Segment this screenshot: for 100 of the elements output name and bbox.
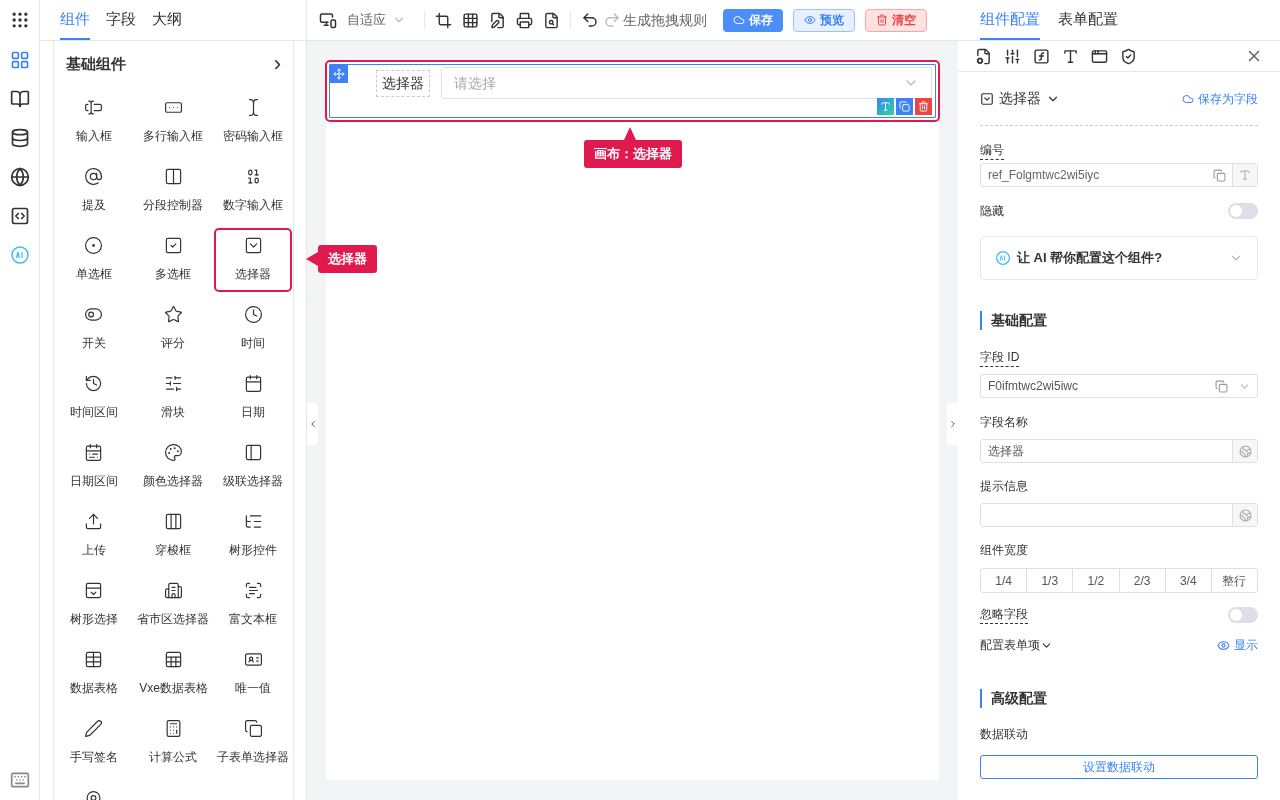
group-title: 基础组件	[66, 54, 126, 74]
eye-icon	[804, 14, 816, 26]
script-icon[interactable]	[1091, 47, 1108, 65]
component-item[interactable]: 计算公式	[134, 710, 213, 775]
component-item[interactable]: 滑块	[134, 365, 213, 430]
component-item[interactable]: 手写签名	[55, 710, 133, 775]
component-item[interactable]: 密码输入框	[214, 89, 292, 154]
component-item[interactable]: 唯一值	[214, 641, 292, 706]
database-icon[interactable]	[9, 128, 30, 148]
move-icon[interactable]	[333, 68, 345, 80]
field-label: 字段 ID	[980, 348, 1020, 367]
component-item[interactable]: 提及	[55, 158, 133, 223]
expand-button[interactable]: ›	[273, 53, 281, 76]
component-item[interactable]: 数据表格	[55, 641, 133, 706]
width-option[interactable]: 3/4	[1165, 569, 1212, 592]
dropdown-icon	[980, 91, 994, 106]
collapse-right-handle[interactable]	[947, 403, 958, 445]
width-option[interactable]: 整行	[1211, 569, 1258, 592]
hint-input[interactable]	[980, 503, 1258, 527]
ai-assist-panel[interactable]: 让 AI 帮你配置这个组件?	[980, 236, 1258, 280]
linkage-button[interactable]: 设置数据联动	[980, 755, 1258, 779]
component-item[interactable]: 选择器	[214, 227, 292, 292]
sheet-icon	[164, 650, 183, 669]
component-item[interactable]: 日期	[214, 365, 292, 430]
sliders-icon[interactable]	[1004, 47, 1021, 65]
component-item[interactable]: 多选框	[134, 227, 213, 292]
component-item[interactable]: 评分	[134, 296, 213, 361]
component-item[interactable]: 单选框	[55, 227, 133, 292]
toggle-switch[interactable]	[1228, 203, 1258, 219]
layout-dropdown[interactable]: 自适应	[347, 10, 414, 30]
width-option[interactable]: 2/3	[1119, 569, 1166, 592]
collapse-left-handle[interactable]	[307, 403, 318, 445]
component-item[interactable]: 开关	[55, 296, 133, 361]
component-item[interactable]: 树形选择	[55, 572, 133, 637]
component-item[interactable]: 级联选择器	[214, 434, 292, 499]
function-icon[interactable]	[1033, 47, 1050, 65]
field-label: 选择器	[376, 69, 430, 97]
toggle-icon	[84, 305, 104, 324]
copy-icon	[899, 101, 910, 112]
component-item[interactable]: 数字输入框	[214, 158, 292, 223]
component-item[interactable]: 上传	[55, 503, 133, 568]
device-icon[interactable]	[319, 11, 337, 29]
component-item[interactable]: 输入框	[55, 89, 133, 154]
component-item[interactable]: 颜色选择器	[134, 434, 213, 499]
text-input-icon	[84, 98, 104, 117]
star-icon	[164, 305, 183, 324]
copy-icon[interactable]	[1213, 168, 1226, 182]
field-id-select[interactable]: F0ifmtwc2wi5iwc	[980, 374, 1258, 398]
globe-icon[interactable]	[9, 167, 30, 187]
component-item[interactable]: 子表单选择器	[214, 710, 292, 775]
ref-field[interactable]: ref_Folgmtwc2wi5iyc	[980, 163, 1258, 187]
component-item[interactable]: 省市区选择器	[134, 572, 213, 637]
config-tab[interactable]: 组件配置	[980, 7, 1040, 40]
book-icon[interactable]	[9, 89, 30, 109]
component-item[interactable]: 时间区间	[55, 365, 133, 430]
text-icon	[880, 101, 891, 112]
panel-tab[interactable]: 大纲	[152, 7, 182, 40]
width-option[interactable]: 1/2	[1073, 569, 1120, 592]
delete-button[interactable]	[915, 98, 932, 115]
file-icon[interactable]	[543, 11, 560, 29]
code-icon[interactable]	[9, 206, 30, 226]
clock-icon	[243, 305, 263, 324]
component-item[interactable]: Vxe数据表格	[134, 641, 213, 706]
form-item-dropdown[interactable]: 配置表单项	[980, 636, 1053, 654]
component-item[interactable]: 时间	[214, 296, 292, 361]
cloud-icon	[1182, 92, 1194, 105]
undo-icon[interactable]	[581, 11, 599, 29]
component-type-dropdown[interactable]: 选择器	[980, 88, 1060, 109]
component-item[interactable]: 日期区间	[55, 434, 133, 499]
trash-icon	[876, 14, 888, 26]
keyboard-icon[interactable]	[9, 770, 30, 790]
properties-icon[interactable]	[975, 47, 992, 65]
copy-button[interactable]	[896, 98, 913, 115]
save-as-field-link[interactable]: 保存为字段	[1182, 89, 1258, 108]
ai-button[interactable]	[877, 98, 894, 115]
width-option[interactable]: 1/4	[981, 569, 1028, 592]
toggle-switch[interactable]	[1228, 606, 1258, 623]
component-item[interactable]: 分段控制器	[134, 158, 213, 223]
component-item[interactable]: 树形控件	[214, 503, 292, 568]
panel-tab[interactable]: 组件	[60, 7, 90, 40]
ai-icon	[995, 250, 1011, 266]
crop-icon[interactable]	[435, 11, 452, 29]
grid-icon[interactable]	[462, 11, 479, 29]
style-icon[interactable]	[1062, 47, 1079, 65]
component-item[interactable]: 富文本框	[214, 572, 292, 637]
component-item[interactable]: 穿梭框	[134, 503, 213, 568]
redo-button[interactable]: 生成拖拽规则	[603, 9, 707, 31]
pen-icon	[84, 719, 104, 738]
validation-icon[interactable]	[1120, 47, 1137, 65]
config-tab[interactable]: 表单配置	[1058, 7, 1118, 40]
print-icon[interactable]	[516, 11, 533, 29]
panel-tab[interactable]: 字段	[106, 7, 136, 40]
components-icon[interactable]	[9, 50, 30, 70]
field-label: 编号	[980, 141, 1004, 160]
field-name-input[interactable]: 选择器	[980, 439, 1258, 463]
width-option[interactable]: 1/3	[1027, 569, 1074, 592]
copy-icon[interactable]	[1215, 379, 1228, 393]
show-link[interactable]: 显示	[1217, 636, 1258, 654]
edit-icon[interactable]	[489, 11, 506, 29]
component-item[interactable]: 多行输入框	[134, 89, 213, 154]
